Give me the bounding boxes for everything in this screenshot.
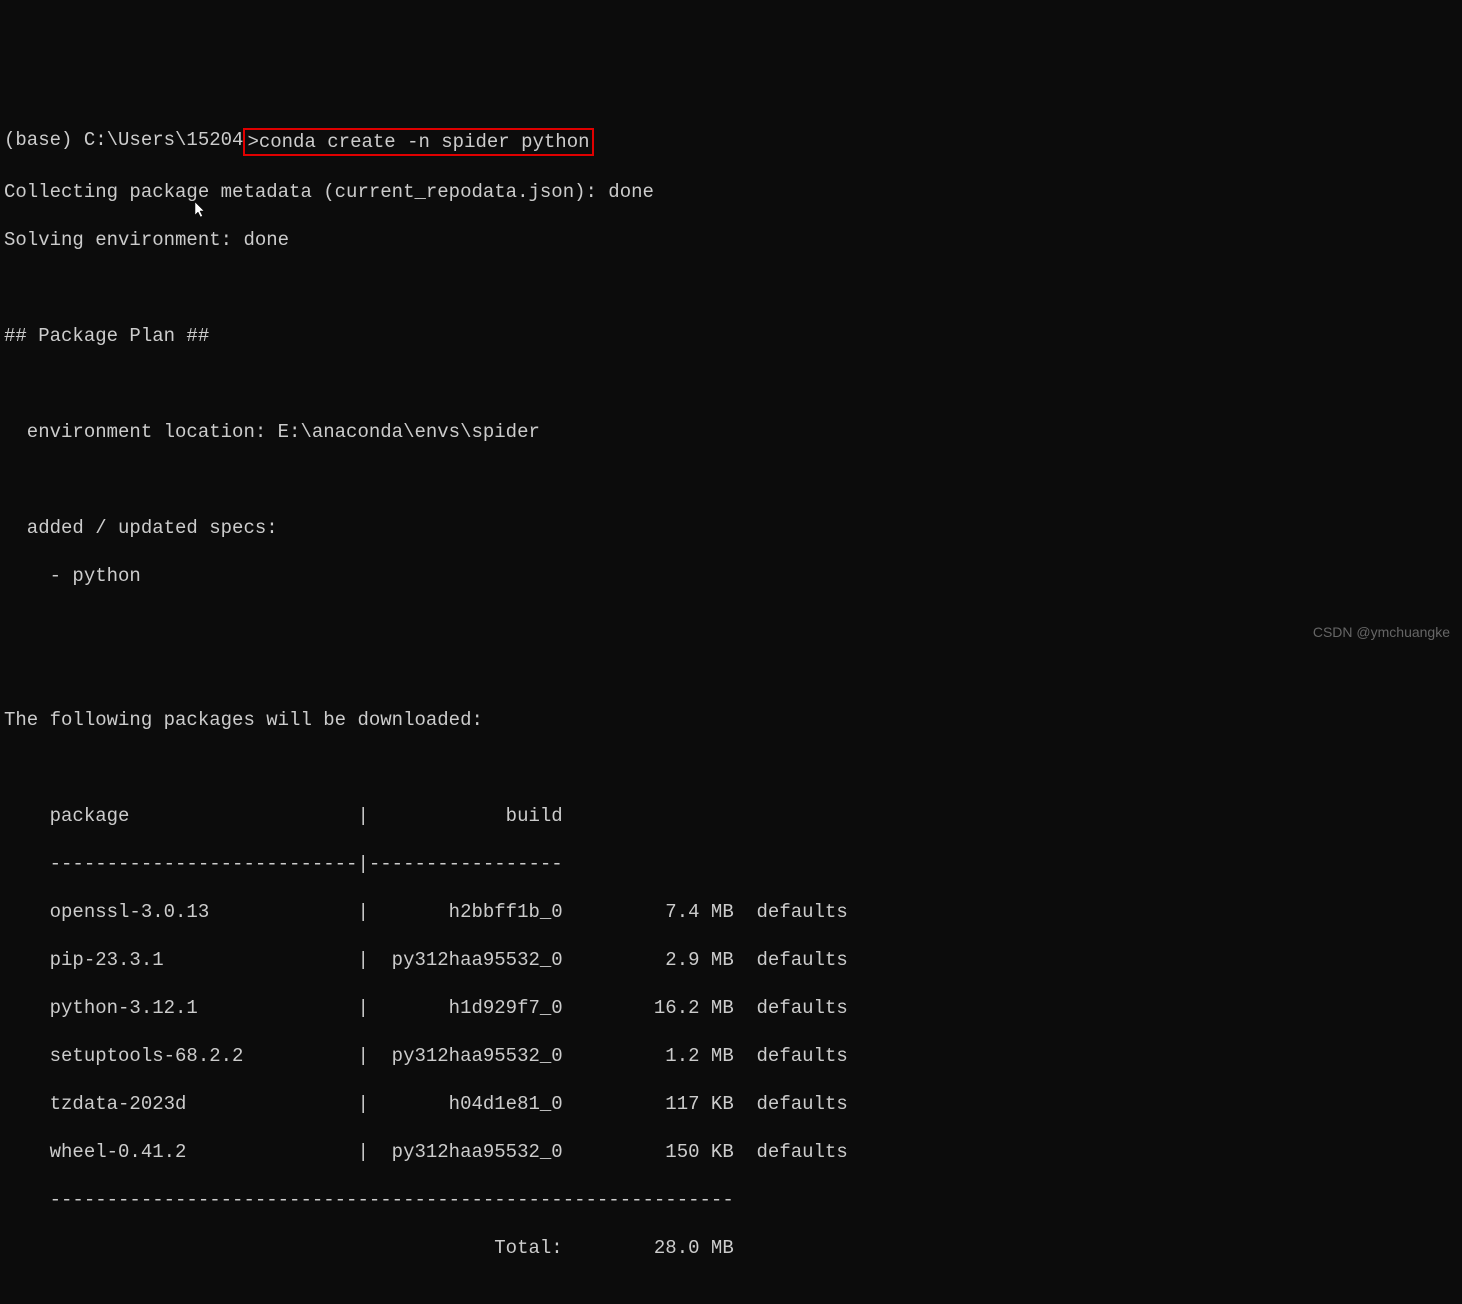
package-plan-header: ## Package Plan ## bbox=[4, 324, 1458, 348]
terminal-output[interactable]: (base) C:\Users\15204>conda create -n sp… bbox=[0, 100, 1462, 1304]
terminal-line bbox=[4, 756, 1458, 780]
specs-header: added / updated specs: bbox=[4, 516, 1458, 540]
terminal-line bbox=[4, 660, 1458, 684]
package-row: setuptools-68.2.2 | py312haa95532_0 1.2 … bbox=[4, 1044, 1458, 1068]
table-separator: ---------------------------|------------… bbox=[4, 852, 1458, 876]
package-row: pip-23.3.1 | py312haa95532_0 2.9 MB defa… bbox=[4, 948, 1458, 972]
watermark-text: CSDN @ymchuangke bbox=[1313, 620, 1450, 644]
table-separator: ----------------------------------------… bbox=[4, 1188, 1458, 1212]
total-row: Total: 28.0 MB bbox=[4, 1236, 1458, 1260]
table-header: package | build bbox=[4, 804, 1458, 828]
spec-item: - python bbox=[4, 564, 1458, 588]
command-prompt-line: (base) C:\Users\15204>conda create -n sp… bbox=[4, 128, 1458, 156]
download-header: The following packages will be downloade… bbox=[4, 708, 1458, 732]
terminal-line: Collecting package metadata (current_rep… bbox=[4, 180, 1458, 204]
package-row: wheel-0.41.2 | py312haa95532_0 150 KB de… bbox=[4, 1140, 1458, 1164]
terminal-line bbox=[4, 276, 1458, 300]
environment-location: environment location: E:\anaconda\envs\s… bbox=[4, 420, 1458, 444]
package-row: tzdata-2023d | h04d1e81_0 117 KB default… bbox=[4, 1092, 1458, 1116]
prompt-prefix: (base) C:\Users\15204 bbox=[4, 128, 243, 152]
package-row: openssl-3.0.13 | h2bbff1b_0 7.4 MB defau… bbox=[4, 900, 1458, 924]
highlighted-command: >conda create -n spider python bbox=[243, 128, 593, 156]
terminal-line bbox=[4, 612, 1458, 636]
package-row: python-3.12.1 | h1d929f7_0 16.2 MB defau… bbox=[4, 996, 1458, 1020]
terminal-line bbox=[4, 372, 1458, 396]
terminal-line: Solving environment: done bbox=[4, 228, 1458, 252]
terminal-line bbox=[4, 468, 1458, 492]
terminal-line bbox=[4, 1284, 1458, 1304]
